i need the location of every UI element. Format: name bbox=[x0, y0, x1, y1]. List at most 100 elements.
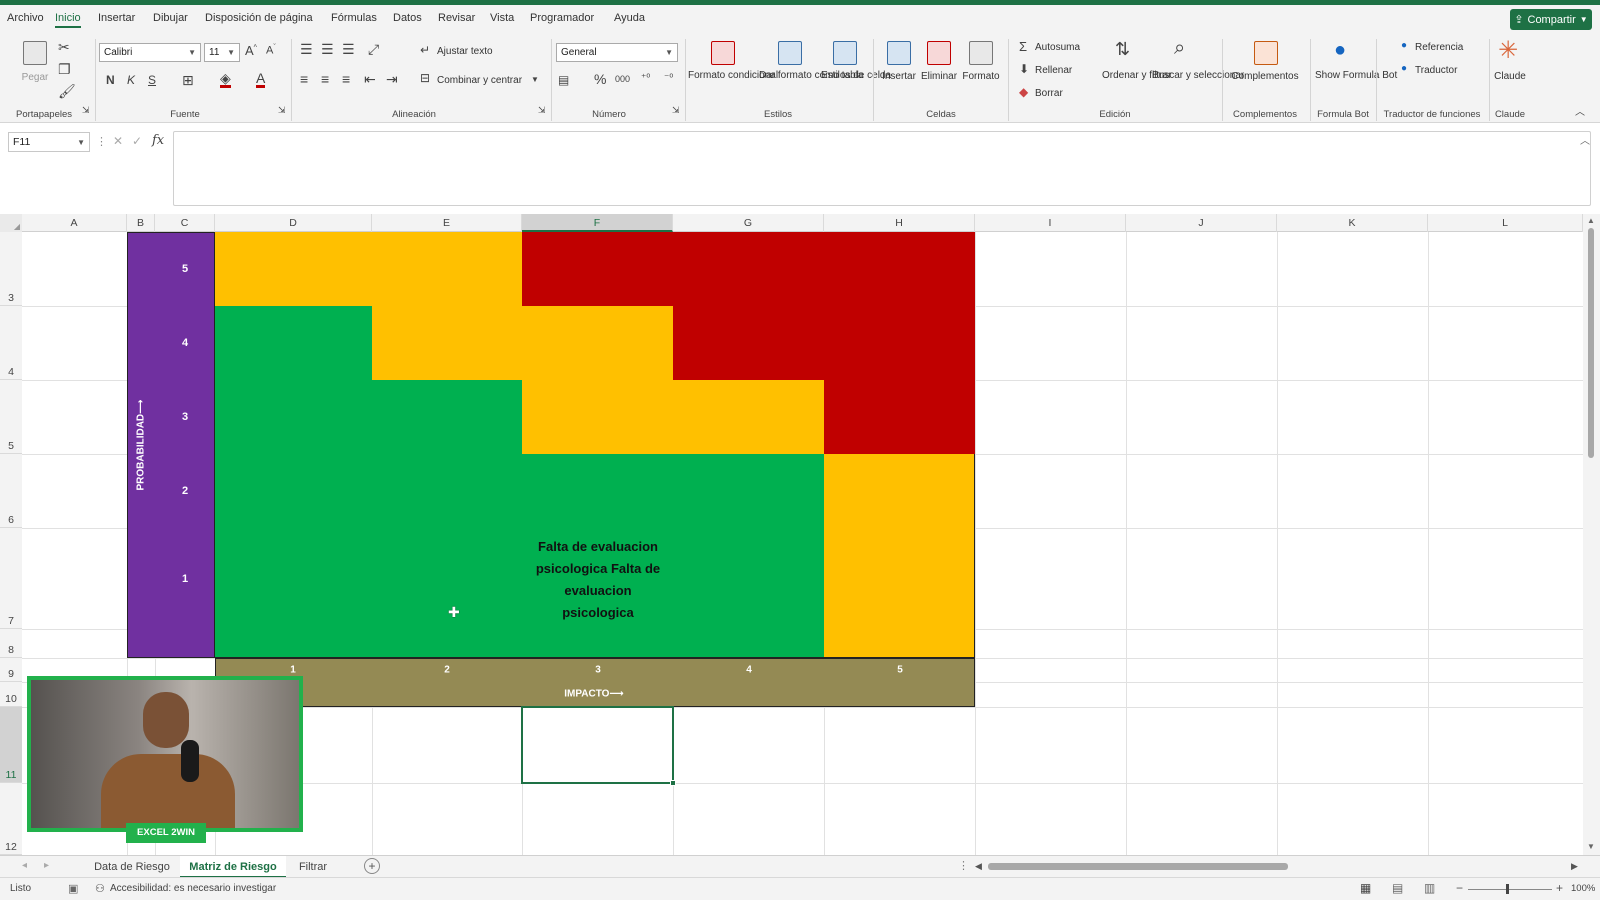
zoom-slider-handle[interactable] bbox=[1506, 884, 1509, 894]
decrease-indent-icon[interactable]: ⇤ bbox=[364, 71, 376, 88]
accessibility-status[interactable]: Accesibilidad: es necesario investigar bbox=[110, 883, 276, 894]
scroll-down-icon[interactable]: ▼ bbox=[1587, 842, 1595, 851]
tab-archivo[interactable]: Archivo bbox=[7, 12, 44, 24]
search-icon[interactable]: ⌕ bbox=[1174, 37, 1185, 60]
column-header-j[interactable]: J bbox=[1126, 214, 1277, 232]
sort-filter-button[interactable]: Ordenar y filtrar bbox=[1102, 69, 1171, 83]
fill-color-icon[interactable]: ◈ bbox=[220, 71, 231, 88]
delete-cells-icon[interactable] bbox=[927, 41, 951, 65]
paste-label[interactable]: Pegar bbox=[22, 71, 49, 85]
translator-button[interactable]: Traductor bbox=[1415, 65, 1457, 76]
reference-icon[interactable]: ● bbox=[1401, 40, 1407, 51]
column-header-k[interactable]: K bbox=[1277, 214, 1428, 232]
decrease-decimal-icon[interactable]: ⁻⁰ bbox=[664, 73, 673, 84]
vertical-scroll-thumb[interactable] bbox=[1588, 228, 1594, 458]
tab-vista[interactable]: Vista bbox=[490, 12, 514, 24]
find-select-button[interactable]: Buscar y seleccionar bbox=[1152, 69, 1244, 83]
insert-function-icon[interactable]: fx bbox=[152, 133, 164, 148]
scroll-left-icon[interactable]: ◀ bbox=[975, 861, 982, 872]
format-painter-icon[interactable]: 🖌 bbox=[58, 83, 76, 100]
insert-cells-button[interactable]: Insertar bbox=[882, 70, 916, 84]
collapse-ribbon-icon[interactable]: ︿ bbox=[1575, 103, 1585, 118]
thousands-icon[interactable]: 000 bbox=[615, 74, 630, 84]
addins-button[interactable]: Complementos bbox=[1231, 70, 1298, 84]
align-center-icon[interactable]: ≡ bbox=[321, 71, 329, 87]
addins-icon[interactable] bbox=[1254, 41, 1278, 65]
clear-button[interactable]: Borrar bbox=[1035, 88, 1063, 99]
wrap-text-icon[interactable]: ↵ bbox=[420, 43, 430, 57]
fill-handle[interactable] bbox=[670, 780, 676, 786]
row-header-5[interactable]: 5 bbox=[0, 380, 22, 454]
column-header-h[interactable]: H bbox=[824, 214, 975, 232]
tab-disposicion[interactable]: Disposición de página bbox=[205, 12, 313, 24]
claude-button[interactable]: Claude bbox=[1494, 70, 1526, 84]
align-right-icon[interactable]: ≡ bbox=[342, 71, 350, 87]
risk-cell-p5-high[interactable] bbox=[522, 232, 975, 306]
tab-ayuda[interactable]: Ayuda bbox=[614, 12, 645, 24]
more-options-icon[interactable]: ⋮ bbox=[958, 859, 969, 872]
insert-cells-icon[interactable] bbox=[887, 41, 911, 65]
zoom-level[interactable]: 100% bbox=[1571, 883, 1595, 894]
wrap-text-button[interactable]: Ajustar texto bbox=[437, 46, 493, 57]
sheet-tab-matriz-de-riesgo[interactable]: Matriz de Riesgo bbox=[180, 856, 286, 878]
column-header-b[interactable]: B bbox=[127, 214, 155, 232]
page-layout-icon[interactable]: ▤ bbox=[1392, 881, 1403, 895]
copy-icon[interactable]: ❐ bbox=[58, 61, 71, 78]
dialog-launcher-icon[interactable]: ⇲ bbox=[82, 105, 90, 116]
conditional-format-button[interactable]: Formato condicional bbox=[688, 69, 778, 83]
format-as-table-button[interactable]: Dar formato como tabla bbox=[759, 69, 864, 83]
column-header-l[interactable]: L bbox=[1428, 214, 1583, 232]
column-header-f[interactable]: F bbox=[522, 214, 673, 232]
row-header-9[interactable]: 9 bbox=[0, 658, 22, 682]
tab-programador[interactable]: Programador bbox=[530, 12, 594, 24]
underline-button[interactable]: S bbox=[148, 73, 156, 87]
align-left-icon[interactable]: ≡ bbox=[300, 71, 308, 87]
risk-cell-p3-high[interactable] bbox=[824, 380, 975, 454]
column-header-i[interactable]: I bbox=[975, 214, 1126, 232]
row-header-3[interactable]: 3 bbox=[0, 232, 22, 306]
scroll-right-icon[interactable]: ▶ bbox=[1571, 861, 1578, 872]
macro-record-icon[interactable]: ▣ bbox=[68, 882, 78, 895]
cell-styles-button[interactable]: Estilos de celda bbox=[821, 69, 891, 83]
selected-cell-f11[interactable] bbox=[521, 706, 676, 786]
decrease-font-icon[interactable]: Aˇ bbox=[266, 44, 276, 57]
column-header-a[interactable]: A bbox=[22, 214, 127, 232]
add-sheet-icon[interactable]: + bbox=[364, 858, 380, 874]
currency-icon[interactable]: ▤ bbox=[558, 73, 569, 87]
bold-button[interactable]: N bbox=[106, 73, 115, 87]
tab-inicio[interactable]: Inicio bbox=[55, 12, 81, 28]
show-formula-bot-button[interactable]: Show Formula Bot bbox=[1315, 69, 1397, 83]
increase-font-icon[interactable]: A^ bbox=[245, 43, 257, 58]
tab-formulas[interactable]: Fórmulas bbox=[331, 12, 377, 24]
column-header-e[interactable]: E bbox=[372, 214, 522, 232]
enter-icon[interactable]: ✓ bbox=[132, 134, 142, 148]
page-break-icon[interactable]: ▥ bbox=[1424, 881, 1435, 895]
align-top-icon[interactable]: ☰ bbox=[300, 41, 313, 58]
row-header-8[interactable]: 8 bbox=[0, 629, 22, 658]
font-size-select[interactable]: 11 ▼ bbox=[204, 43, 240, 62]
zoom-slider[interactable] bbox=[1468, 889, 1552, 890]
risk-cell-p4-medium[interactable] bbox=[372, 306, 673, 380]
translator-icon[interactable]: ● bbox=[1401, 63, 1407, 74]
accessibility-icon[interactable]: ⚇ bbox=[95, 882, 105, 895]
merge-icon[interactable]: ⊟ bbox=[420, 71, 430, 85]
dialog-launcher-icon[interactable]: ⇲ bbox=[278, 105, 286, 116]
delete-cells-button[interactable]: Eliminar bbox=[921, 70, 957, 84]
fill-button[interactable]: Rellenar bbox=[1035, 65, 1072, 76]
format-as-table-icon[interactable] bbox=[778, 41, 802, 65]
number-format-select[interactable]: General ▼ bbox=[556, 43, 678, 62]
sheet-tab-filtrar[interactable]: Filtrar bbox=[288, 856, 338, 878]
name-box[interactable]: F11 ▼ bbox=[8, 132, 90, 152]
horizontal-scroll-thumb[interactable] bbox=[988, 863, 1288, 870]
percent-icon[interactable]: % bbox=[594, 71, 606, 87]
align-bottom-icon[interactable]: ☰ bbox=[342, 41, 355, 58]
font-color-icon[interactable]: A bbox=[256, 71, 266, 88]
tab-revisar[interactable]: Revisar bbox=[438, 12, 475, 24]
next-sheet-icon[interactable]: ▸ bbox=[44, 860, 49, 871]
risk-cell-p3-medium[interactable] bbox=[522, 380, 824, 454]
zoom-out-icon[interactable]: − bbox=[1456, 881, 1463, 895]
scroll-up-icon[interactable]: ▲ bbox=[1587, 216, 1595, 225]
zoom-in-icon[interactable]: + bbox=[1556, 881, 1563, 895]
sort-filter-icon[interactable]: ⇅ bbox=[1115, 39, 1130, 60]
select-all-corner[interactable]: ◢ bbox=[0, 214, 22, 232]
